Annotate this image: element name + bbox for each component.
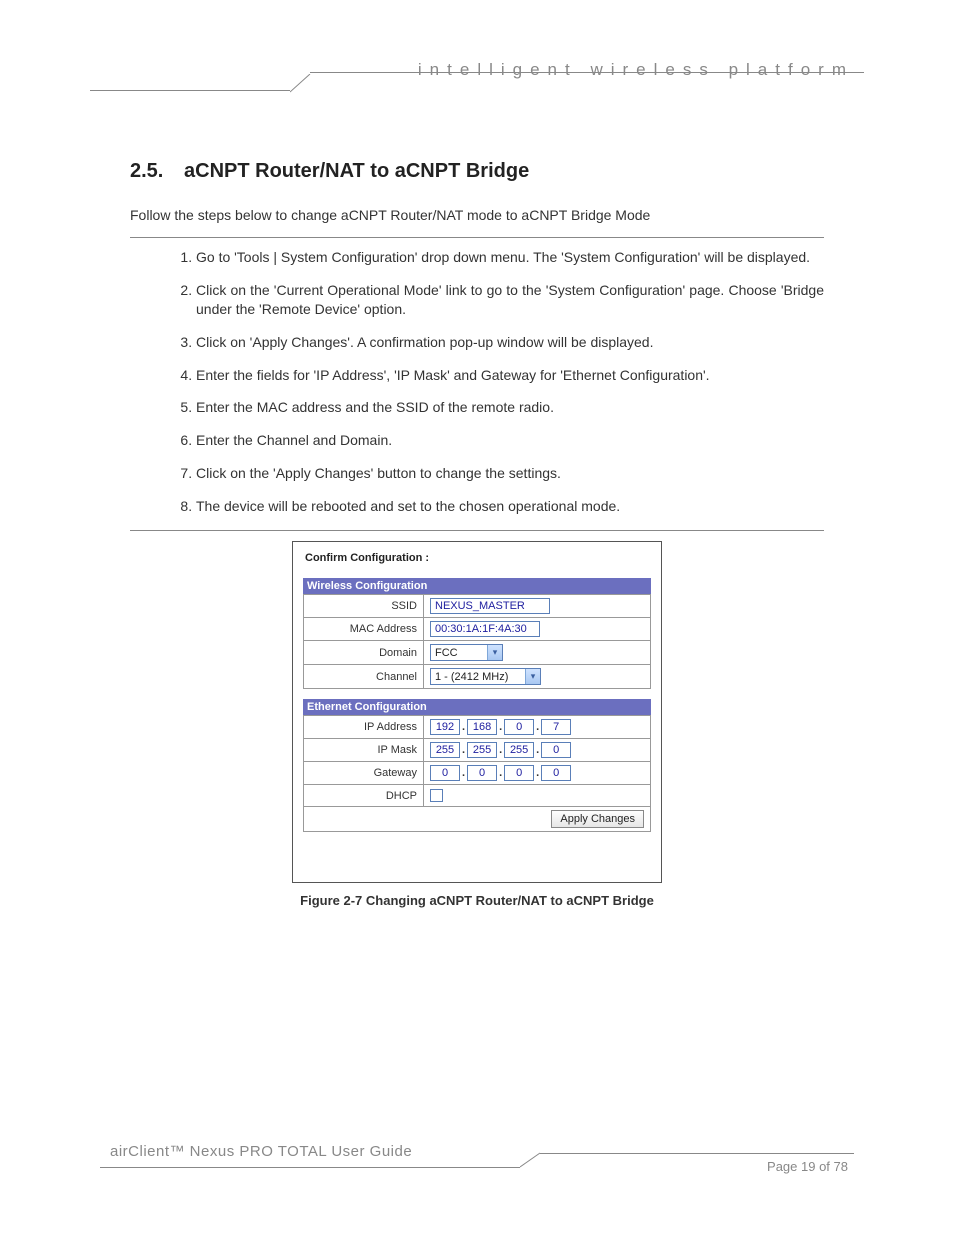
footer-guide-title: airClient™ Nexus PRO TOTAL User Guide bbox=[110, 1143, 412, 1160]
ip-field: 192.168.0.7 bbox=[424, 716, 651, 739]
channel-select[interactable]: 1 - (2412 MHz) ▾ bbox=[430, 668, 541, 685]
header-rule-left bbox=[90, 90, 290, 91]
channel-label: Channel bbox=[304, 665, 424, 689]
chevron-down-icon: ▾ bbox=[487, 645, 502, 660]
section-number: 2.5. bbox=[130, 160, 184, 183]
domain-label: Domain bbox=[304, 641, 424, 665]
intro-paragraph: Follow the steps below to change aCNPT R… bbox=[130, 207, 824, 223]
footer-page-number: Page 19 of 78 bbox=[767, 1159, 848, 1174]
mac-label: MAC Address bbox=[304, 618, 424, 641]
dhcp-label: DHCP bbox=[304, 785, 424, 807]
dhcp-checkbox[interactable] bbox=[430, 789, 443, 802]
ethernet-table: IP Address 192.168.0.7 IP Mask 255.255.2… bbox=[303, 715, 651, 832]
mask-octet[interactable]: 0 bbox=[541, 742, 571, 758]
footer-diagonal-icon bbox=[520, 1151, 542, 1169]
section-heading: 2.5.aCNPT Router/NAT to aCNPT Bridge bbox=[130, 160, 854, 183]
ethernet-section-header: Ethernet Configuration bbox=[303, 699, 651, 715]
page-header: intelligent wireless platform bbox=[100, 60, 854, 100]
footer-rule-right bbox=[540, 1153, 854, 1154]
ip-octet[interactable]: 192 bbox=[430, 719, 460, 735]
section-title: aCNPT Router/NAT to aCNPT Bridge bbox=[184, 160, 529, 182]
mask-octet[interactable]: 255 bbox=[467, 742, 497, 758]
domain-select[interactable]: FCC ▾ bbox=[430, 644, 503, 661]
wireless-section-header: Wireless Configuration bbox=[303, 578, 651, 594]
step-item: Click on the 'Apply Changes' button to c… bbox=[196, 464, 824, 483]
mask-octet[interactable]: 255 bbox=[504, 742, 534, 758]
gw-octet[interactable]: 0 bbox=[504, 765, 534, 781]
gateway-label: Gateway bbox=[304, 762, 424, 785]
ip-octet[interactable]: 7 bbox=[541, 719, 571, 735]
apply-changes-button[interactable]: Apply Changes bbox=[551, 810, 644, 828]
gw-octet[interactable]: 0 bbox=[430, 765, 460, 781]
step-item: Enter the Channel and Domain. bbox=[196, 431, 824, 450]
figure-wrap: Confirm Configuration : Wireless Configu… bbox=[100, 541, 854, 908]
wireless-table: SSID NEXUS_MASTER MAC Address 00:30:1A:1… bbox=[303, 594, 651, 689]
ip-label: IP Address bbox=[304, 716, 424, 739]
gw-octet[interactable]: 0 bbox=[541, 765, 571, 781]
channel-value: 1 - (2412 MHz) bbox=[435, 671, 521, 683]
mask-octet[interactable]: 255 bbox=[430, 742, 460, 758]
divider-bottom bbox=[130, 530, 824, 531]
gw-octet[interactable]: 0 bbox=[467, 765, 497, 781]
step-item: Go to 'Tools | System Configuration' dro… bbox=[196, 248, 824, 267]
mask-label: IP Mask bbox=[304, 739, 424, 762]
ip-octet[interactable]: 0 bbox=[504, 719, 534, 735]
page-footer: airClient™ Nexus PRO TOTAL User Guide Pa… bbox=[100, 1145, 854, 1185]
figure-caption: Figure 2-7 Changing aCNPT Router/NAT to … bbox=[100, 893, 854, 908]
divider-top bbox=[130, 237, 824, 238]
gateway-field: 0.0.0.0 bbox=[424, 762, 651, 785]
chevron-down-icon: ▾ bbox=[525, 669, 540, 684]
footer-rule-left bbox=[100, 1167, 520, 1168]
ip-octet[interactable]: 168 bbox=[467, 719, 497, 735]
header-diagonal-icon bbox=[290, 74, 316, 100]
mac-input[interactable]: 00:30:1A:1F:4A:30 bbox=[430, 621, 540, 637]
confirm-title: Confirm Configuration : bbox=[305, 552, 651, 564]
mask-field: 255.255.255.0 bbox=[424, 739, 651, 762]
step-item: The device will be rebooted and set to t… bbox=[196, 497, 824, 516]
step-item: Enter the fields for 'IP Address', 'IP M… bbox=[196, 366, 824, 385]
step-item: Click on 'Apply Changes'. A confirmation… bbox=[196, 333, 824, 352]
header-rule-right bbox=[310, 72, 864, 73]
step-item: Click on the 'Current Operational Mode' … bbox=[196, 281, 824, 319]
header-tagline: intelligent wireless platform bbox=[418, 60, 854, 80]
step-item: Enter the MAC address and the SSID of th… bbox=[196, 398, 824, 417]
config-dialog: Confirm Configuration : Wireless Configu… bbox=[292, 541, 662, 883]
domain-value: FCC bbox=[435, 647, 483, 659]
ssid-label: SSID bbox=[304, 595, 424, 618]
steps-list: Go to 'Tools | System Configuration' dro… bbox=[130, 248, 824, 516]
ssid-input[interactable]: NEXUS_MASTER bbox=[430, 598, 550, 614]
